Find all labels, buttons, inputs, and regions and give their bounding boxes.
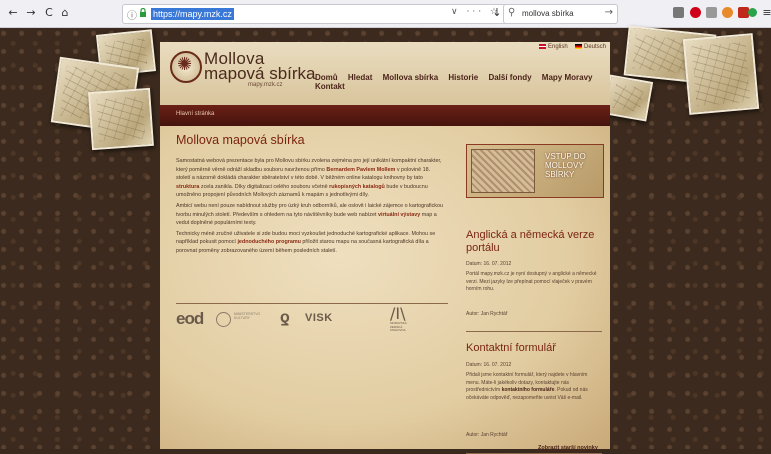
intro-paragraph-1: Samostatná webová prezentace byla pro Mo… (176, 157, 444, 200)
decorative-map (682, 33, 760, 115)
menu-item-moravia-maps[interactable]: Mapy Moravy (542, 73, 593, 82)
mzk-logo-text: MORAVSKÁ ZEMSKÁ KNIHOVNA (390, 321, 407, 333)
link-manuscript-catalogues[interactable]: rukopisných katalogů (329, 184, 385, 190)
ministry-logo-text: MINISTERSTVO KULTURY (234, 312, 261, 320)
eod-logo[interactable]: eod (176, 309, 204, 329)
intro-text: Samostatná webová prezentace byla pro Mo… (176, 157, 444, 258)
url-text[interactable]: https://mapy.mzk.cz (151, 8, 234, 20)
link-structure[interactable]: struktura (176, 184, 199, 190)
search-value[interactable]: mollova sbírka (522, 9, 574, 18)
lang-english-label: English (548, 44, 568, 51)
menu-item-history[interactable]: Historie (448, 73, 478, 82)
news-title[interactable]: Kontaktní formulář (466, 342, 556, 355)
reader-icon[interactable] (706, 7, 717, 18)
breadcrumb[interactable]: Hlavní stránka (176, 111, 214, 117)
news-title[interactable]: Anglická a německá verze portálu (466, 229, 610, 255)
menu-item-search[interactable]: Hledat (348, 73, 372, 82)
content-area: Mollova mapová sbírka Samostatná webová … (160, 126, 610, 454)
news-author: Autor: Jan Rychtář (466, 432, 508, 438)
menu-icon[interactable]: ≡ (760, 6, 771, 20)
text-segment: zcela zanikla. Díky digitalizaci celého … (199, 183, 330, 190)
back-icon[interactable]: ← (6, 6, 20, 20)
logo-domain: mapy.mzk.cz (248, 82, 283, 88)
menu-item-contact[interactable]: Kontakt (315, 82, 345, 91)
link-virtual-exhibitions[interactable]: virtuální výstavy (378, 212, 420, 218)
uk-flag-icon (539, 44, 546, 49)
divider (466, 331, 602, 332)
link-simple-program[interactable]: jednoduchého programu (237, 239, 301, 245)
page-background: Mollova mapová sbírka mapy.mzk.cz Englis… (0, 25, 771, 454)
library-icon[interactable] (673, 7, 684, 18)
news-text: Přidali jsme kontaktní formulář, který n… (466, 372, 602, 402)
menu-item-home[interactable]: Domů (315, 73, 338, 82)
news-text: Portál mapy.mzk.cz je nyní dostupný v an… (466, 271, 597, 292)
de-flag-icon (575, 44, 582, 49)
logo-subtitle[interactable]: mapová sbírka (204, 64, 316, 84)
download-icon[interactable]: ↓ (490, 6, 504, 20)
menu-item-collection[interactable]: Mollova sbírka (383, 73, 439, 82)
info-icon[interactable]: ⓘ (127, 7, 137, 22)
intro-paragraph-3: Technicky méně zručné uživatele si zde b… (176, 230, 444, 256)
link-bernard-moll[interactable]: Bernardem Pavlem Mollem (326, 167, 395, 173)
logo-emblem-icon[interactable] (170, 51, 202, 83)
lock-icon (140, 8, 146, 17)
news-author: Autor: Jan Rychtář (466, 311, 508, 317)
link-contact-form[interactable]: kontaktního formuláře (502, 387, 555, 393)
decorative-map (602, 74, 654, 122)
main-menu: Domů Hledat Mollova sbírka Historie Dalš… (315, 73, 610, 91)
older-news-link[interactable]: Zobrazit starší novinky (538, 445, 598, 451)
lang-deutsch[interactable]: Deutsch (575, 44, 606, 50)
pocket-icon[interactable] (690, 7, 701, 18)
partner-g-logo-icon[interactable]: ƍ (280, 309, 290, 327)
forward-icon[interactable]: → (24, 6, 38, 20)
search-icon: ⚲ (508, 7, 516, 18)
status-icon[interactable] (748, 8, 757, 17)
reload-icon[interactable]: C (42, 6, 56, 20)
visk-logo[interactable]: VISK (305, 312, 333, 324)
search-go-icon[interactable]: → (605, 7, 613, 18)
extension-icon[interactable] (722, 7, 733, 18)
site-header: Mollova mapová sbírka mapy.mzk.cz Englis… (160, 42, 610, 139)
home-icon[interactable]: ⌂ (58, 6, 72, 20)
lang-deutsch-label: Deutsch (584, 44, 607, 51)
ministry-logo-icon[interactable] (216, 312, 231, 327)
enter-collection-label: VSTUP DO MOLLOVY SBÍRKY (545, 152, 586, 179)
menu-item-other-collections[interactable]: Další fondy (488, 73, 531, 82)
page-title: Mollova mapová sbírka (176, 133, 305, 147)
divider (176, 303, 448, 304)
lang-english[interactable]: English (539, 44, 568, 50)
intro-paragraph-2: Ambicí webu není pouze nabídnout služby … (176, 202, 444, 228)
news-date: Datum: 16. 07. 2012 (466, 362, 512, 368)
search-field[interactable]: ⚲ mollova sbírka → (503, 4, 618, 24)
browser-toolbar: ← → C ⌂ ⓘ https://mapy.mzk.cz ∨ ··· ☆ ↓ … (0, 0, 771, 28)
news-date: Datum: 16. 07. 2012 (466, 261, 512, 267)
decorative-map (88, 87, 154, 151)
collection-map-thumbnail (471, 149, 535, 193)
enter-collection-button[interactable]: VSTUP DO MOLLOVY SBÍRKY (466, 144, 604, 198)
